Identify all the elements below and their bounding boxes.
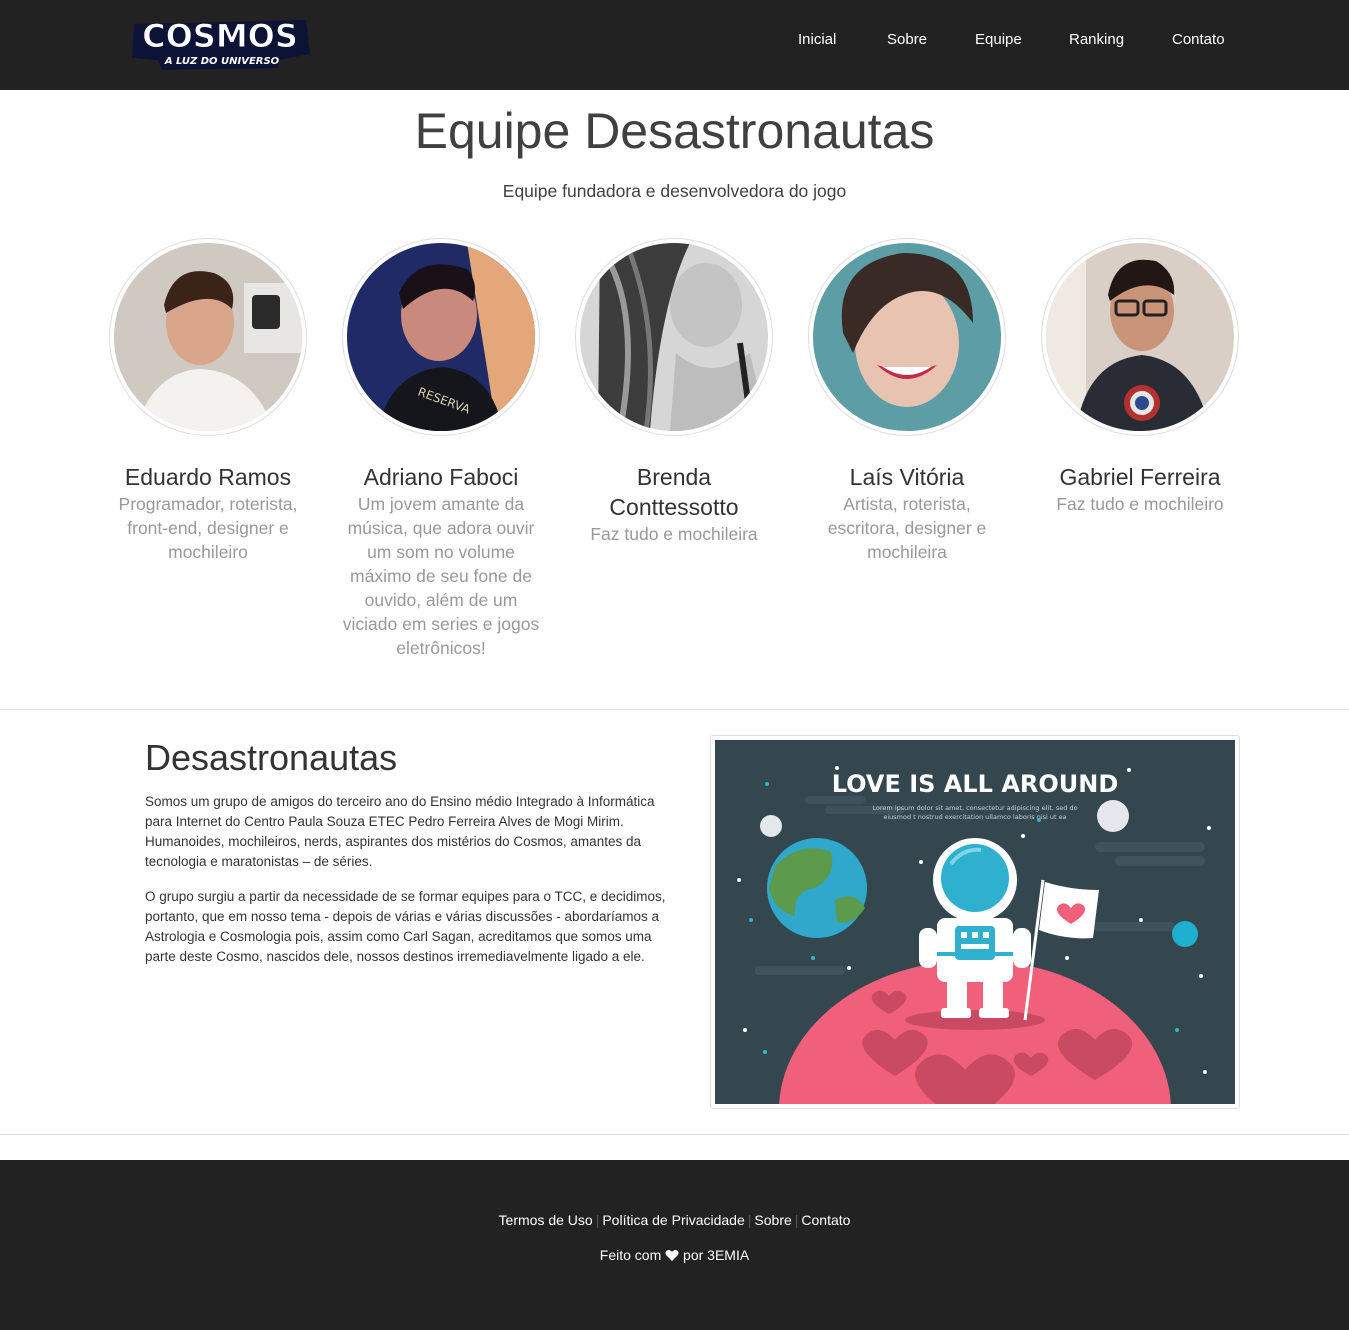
member-role: Artista, roterista, escritora, designer … [827,494,987,562]
team-member-adriano: RESERVA Adriano Faboci Um jovem amante d… [341,238,541,660]
nav-item-contato[interactable]: Contato [1172,31,1225,48]
about-title: Desastronautas [145,737,398,778]
separator: | [595,1212,600,1228]
separator: | [794,1212,799,1228]
page-subtitle: Equipe fundadora e desenvolvedora do jog… [502,181,847,201]
cosmos-logo[interactable]: COSMOS A LUZ DO UNIVERSO [128,14,312,72]
credit-suffix: por 3EMIA [683,1247,750,1263]
love-is-all-around-illustration: LOVE IS ALL AROUND Lorem ipsum dolor sit… [710,735,1240,1109]
footer-link-contato[interactable]: Contato [801,1212,850,1228]
avatar [808,238,1006,436]
navbar: COSMOS A LUZ DO UNIVERSO Inicial Sobre E… [0,0,1349,90]
nav-item-ranking[interactable]: Ranking [1069,31,1124,48]
avatar [575,238,773,436]
footer-link-termos[interactable]: Termos de Uso [499,1212,593,1228]
nav-item-sobre[interactable]: Sobre [887,31,927,48]
avatar [109,238,307,436]
footer: Termos de Uso | Política de Privacidade | So… [0,1160,1349,1330]
svg-text:COSMOS: COSMOS [142,17,298,55]
avatar: RESERVA [342,238,540,436]
member-name: Adriano Faboci [363,464,519,490]
member-role: Um jovem amante da música, que adora ouv… [342,494,540,658]
team-member-eduardo: Eduardo Ramos Programador, roterista, fr… [108,238,308,564]
section-divider [0,1134,1349,1135]
about-paragraph-2: O grupo surgiu a partir da necessidade d… [145,889,666,964]
team-member-gabriel: Gabriel Ferreira Faz tudo e mochileiro [1040,238,1240,516]
credit-prefix: Feito com [599,1247,662,1263]
heart-icon [665,1249,679,1265]
nav-item-inicial[interactable]: Inicial [798,31,836,48]
page-title: Equipe Desastronautas [414,103,935,159]
member-role: Faz tudo e mochileiro [1056,494,1224,514]
team-member-brenda: Brenda Conttessotto Faz tudo e mochileir… [574,238,774,546]
footer-credit: Feito com por 3EMIA [0,1247,1349,1265]
avatar [1041,238,1239,436]
footer-link-privacidade[interactable]: Política de Privacidade [602,1212,744,1228]
member-name: Gabriel Ferreira [1059,464,1221,490]
member-name: Laís Vitória [849,464,965,490]
member-role: Faz tudo e mochileira [590,524,758,544]
member-name: Eduardo Ramos [124,464,292,490]
section-divider [0,709,1349,710]
nav-item-equipe[interactable]: Equipe [975,31,1022,48]
member-name: Brenda Conttessotto [609,464,739,520]
footer-links: Termos de Uso | Política de Privacidade | So… [0,1212,1349,1228]
svg-text:LOVE IS ALL AROUND: LOVE IS ALL AROUND [832,770,1119,798]
svg-text:A LUZ DO UNIVERSO: A LUZ DO UNIVERSO [164,56,280,67]
about-paragraph-1: Somos um grupo de amigos do terceiro ano… [145,794,655,869]
svg-text:Lorem ipsum dolor sit amet, co: Lorem ipsum dolor sit amet, consectetur … [872,804,1077,812]
team-member-lais: Laís Vitória Artista, roterista, escrito… [807,238,1007,564]
member-role: Programador, roterista, front-end, desig… [118,494,298,562]
footer-link-sobre[interactable]: Sobre [754,1212,791,1228]
separator: | [747,1212,752,1228]
